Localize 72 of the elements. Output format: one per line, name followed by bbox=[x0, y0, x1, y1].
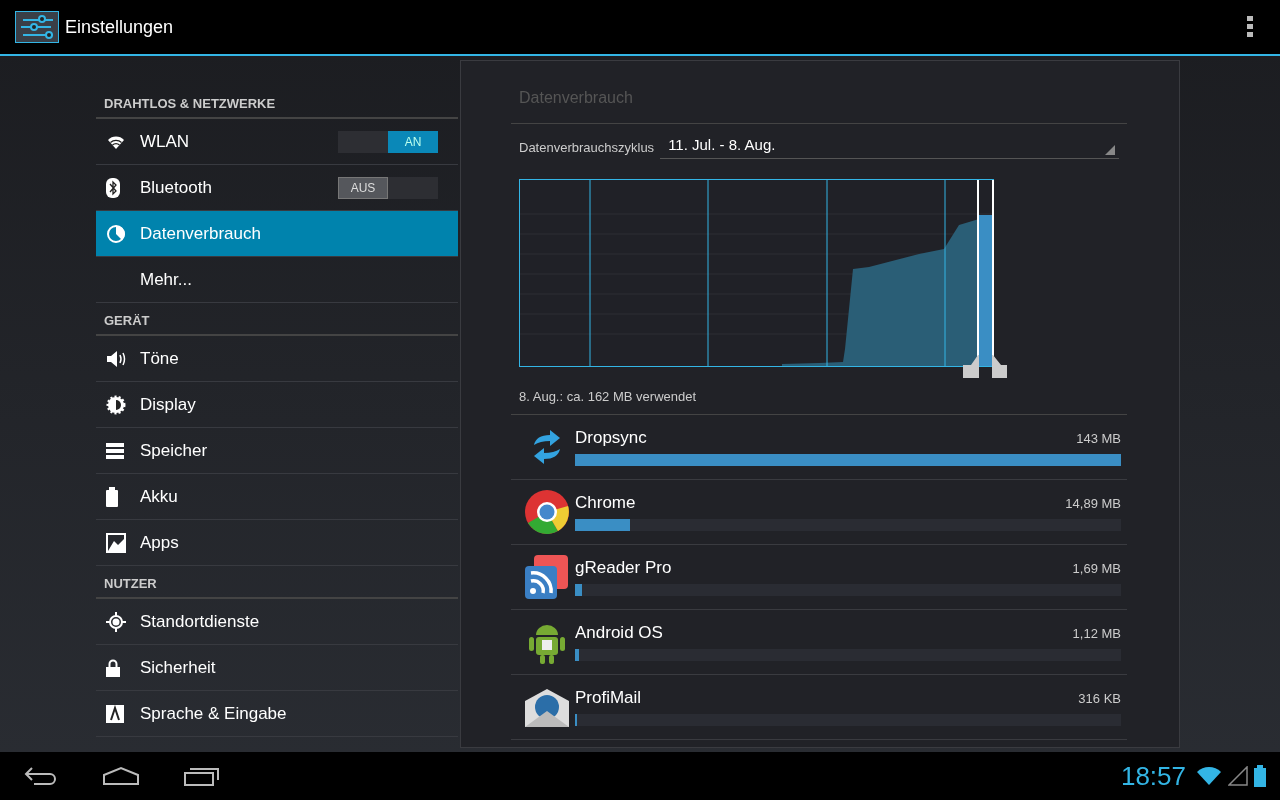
section-header: DRAHTLOS & NETZWERKE bbox=[96, 86, 458, 119]
wifi-signal-icon bbox=[1196, 766, 1222, 786]
settings-item[interactable]: Datenverbrauch bbox=[96, 211, 458, 257]
battery-level-icon bbox=[1254, 765, 1266, 787]
settings-label: Sprache & Eingabe bbox=[140, 703, 288, 724]
cycle-dropdown[interactable]: 11. Jul. - 8. Aug. bbox=[660, 136, 1119, 159]
section-header: NUTZER bbox=[96, 566, 458, 599]
settings-label: Akku bbox=[140, 486, 179, 507]
settings-label: Display bbox=[140, 394, 197, 415]
settings-item[interactable]: Standortdienste bbox=[96, 599, 458, 645]
settings-item[interactable]: Mehr... bbox=[96, 257, 458, 303]
settings-item[interactable]: Display bbox=[96, 382, 458, 428]
toggle-switch[interactable]: AUS bbox=[338, 176, 438, 199]
settings-label: Sicherheit bbox=[140, 657, 217, 678]
settings-item[interactable]: Apps bbox=[96, 520, 458, 566]
browser-ball-icon bbox=[524, 489, 570, 535]
range-start-handle[interactable] bbox=[963, 179, 979, 378]
settings-item[interactable]: Sicherheit bbox=[96, 645, 458, 691]
app-usage-row[interactable]: gReader Pro 1,69 MB bbox=[511, 545, 1127, 610]
app-usage-row[interactable]: Chrome 14,89 MB bbox=[511, 480, 1127, 545]
settings-item[interactable]: Speicher bbox=[96, 428, 458, 474]
clock: 18:57 bbox=[1120, 760, 1186, 792]
toggle-switch[interactable]: AN bbox=[338, 130, 438, 153]
rss-feed-icon bbox=[524, 554, 570, 600]
settings-label: Datenverbrauch bbox=[140, 223, 262, 244]
settings-label: Töne bbox=[140, 348, 180, 369]
usage-amount: 1,69 MB bbox=[1072, 561, 1121, 576]
settings-label: Bluetooth bbox=[140, 177, 213, 198]
battery-icon bbox=[106, 486, 118, 507]
back-icon[interactable] bbox=[24, 766, 58, 786]
settings-item[interactable]: Sprache & Eingabe bbox=[96, 691, 458, 737]
usage-summary: 8. Aug.: ca. 162 MB verwendet bbox=[511, 383, 1127, 415]
overflow-menu-icon[interactable] bbox=[1246, 15, 1254, 39]
app-usage-row[interactable]: ProfiMail 316 KB bbox=[511, 675, 1127, 740]
usage-amount: 1,12 MB bbox=[1072, 626, 1121, 641]
pie-chart-icon bbox=[106, 223, 126, 244]
lock-icon bbox=[106, 658, 120, 677]
usage-amount: 143 MB bbox=[1076, 431, 1121, 446]
settings-item[interactable]: Akku bbox=[96, 474, 458, 520]
settings-label: Mehr... bbox=[140, 269, 193, 290]
app-name: ProfiMail bbox=[575, 688, 642, 708]
mail-globe-icon bbox=[524, 687, 570, 727]
dropdown-corner-icon bbox=[1105, 145, 1115, 155]
app-title: Einstellungen bbox=[65, 16, 174, 38]
app-name: Android OS bbox=[575, 623, 663, 643]
cycle-label: Datenverbrauchszyklus bbox=[519, 140, 655, 155]
app-usage-row[interactable]: Dropsync 143 MB bbox=[511, 415, 1127, 480]
bluetooth-icon bbox=[106, 177, 120, 198]
picture-icon bbox=[106, 532, 126, 553]
speaker-icon bbox=[106, 348, 128, 369]
settings-item[interactable]: WLAN AN bbox=[96, 119, 458, 165]
app-name: gReader Pro bbox=[575, 558, 672, 578]
settings-label: Speicher bbox=[140, 440, 209, 461]
storage-icon bbox=[106, 442, 124, 459]
home-icon[interactable] bbox=[102, 766, 140, 786]
cell-signal-icon bbox=[1228, 766, 1248, 786]
app-usage-row[interactable]: Android OS 1,12 MB bbox=[511, 610, 1127, 675]
settings-item[interactable]: Töne bbox=[96, 336, 458, 382]
settings-sliders-icon[interactable] bbox=[15, 11, 59, 43]
keyboard-letter-icon bbox=[106, 704, 124, 723]
section-header: GERÄT bbox=[96, 303, 458, 336]
settings-label: Apps bbox=[140, 532, 180, 553]
app-name: Chrome bbox=[575, 493, 636, 513]
settings-label: WLAN bbox=[140, 131, 191, 152]
settings-label: Standortdienste bbox=[140, 611, 261, 632]
recent-apps-icon[interactable] bbox=[184, 766, 220, 786]
location-target-icon bbox=[106, 611, 126, 632]
usage-amount: 14,89 MB bbox=[1065, 496, 1121, 511]
brightness-icon bbox=[106, 394, 126, 415]
app-name: Dropsync bbox=[575, 428, 647, 448]
usage-amount: 316 KB bbox=[1078, 691, 1121, 706]
range-end-handle[interactable] bbox=[992, 179, 1007, 378]
